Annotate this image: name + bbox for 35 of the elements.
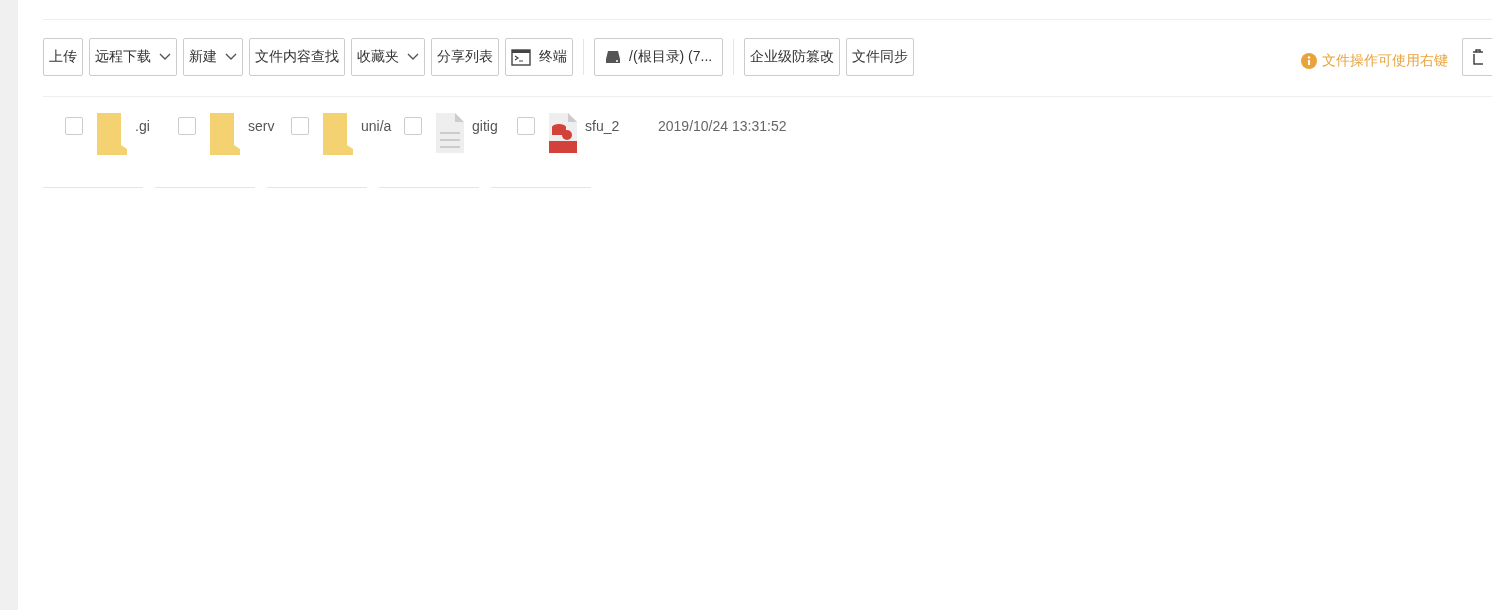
drive-icon [605,50,621,64]
trash-button[interactable] [1462,38,1492,76]
dropdown-button[interactable]: 远程下载 [89,38,177,76]
file-checkbox[interactable] [291,117,309,135]
folder-icon [210,113,240,155]
toolbar-button[interactable]: 企业级防篡改 [744,38,841,76]
caret-icon [225,53,237,61]
dropdown-button[interactable]: 收藏夹 [351,38,425,76]
toolbar-button[interactable]: 终端 [505,38,573,76]
toolbar-button[interactable]: 上传 [43,38,83,76]
folder-icon [97,113,127,155]
dropdown-button[interactable]: 新建 [183,38,243,76]
caret-icon [159,53,171,61]
trash-icon [1473,49,1483,65]
file-name[interactable]: gitig [472,118,498,134]
file-checkbox[interactable] [517,117,535,135]
file-checkbox[interactable] [404,117,422,135]
caret-icon [407,53,419,61]
file-name[interactable]: .gi [135,118,150,134]
info-icon [1301,53,1317,69]
file-name[interactable]: sfu_2 [585,118,620,134]
toolbar-button[interactable]: 文件内容查找 [249,38,345,76]
hint-text: 文件操作可使用右键 [1322,52,1448,70]
file-name[interactable]: uni/a [361,118,392,134]
toolbar-button[interactable]: 分享列表 [431,38,499,76]
file-checkbox[interactable] [178,117,196,135]
file-checkbox[interactable] [65,117,83,135]
document-icon [436,113,464,153]
file-name[interactable]: serv [248,118,275,134]
modified-time: 2019/10/24 13:31:52 [658,118,787,134]
folder-icon [323,113,353,155]
terminal-icon [511,48,531,66]
disk-selector[interactable]: /(根目录) (7... [594,38,724,76]
database-file-icon [549,113,577,153]
toolbar-button[interactable]: 文件同步 [846,38,915,76]
